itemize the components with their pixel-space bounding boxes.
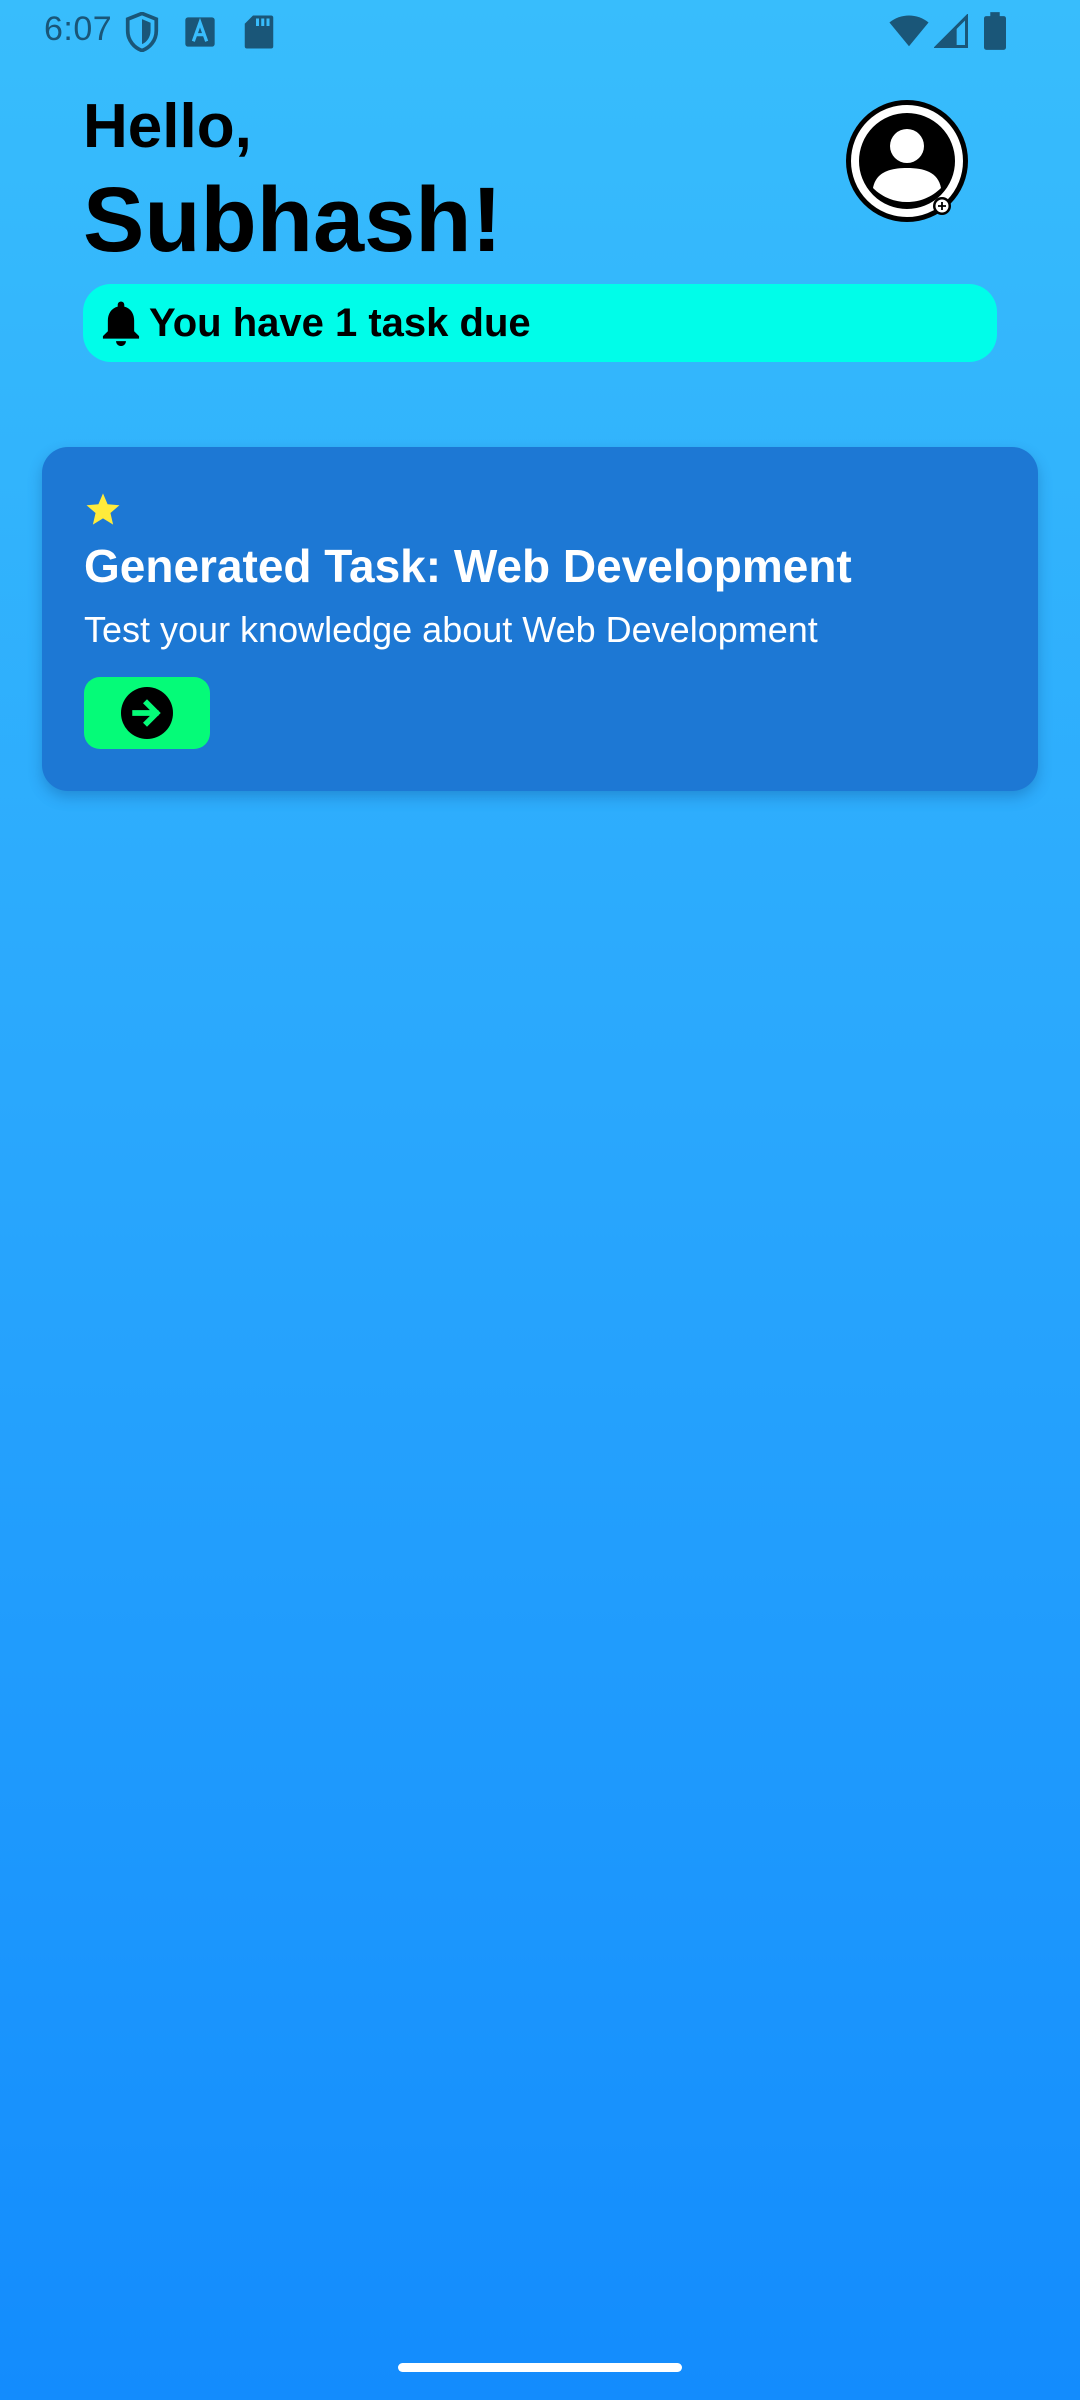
signal-icon xyxy=(934,14,968,48)
wifi-icon xyxy=(889,15,929,47)
greeting-text: Hello, xyxy=(83,92,252,161)
sd-card-icon xyxy=(244,15,274,49)
account-circle-icon xyxy=(851,105,963,217)
gesture-nav-bar[interactable] xyxy=(398,2363,682,2372)
user-name: Subhash! xyxy=(83,169,503,271)
status-bar: 6:07 xyxy=(0,0,1080,64)
task-card[interactable]: Generated Task: Web Development Test you… xyxy=(42,447,1038,791)
arrow-right-circle-icon xyxy=(121,687,173,739)
bell-icon xyxy=(102,301,140,346)
status-time: 6:07 xyxy=(44,10,113,48)
task-due-text: You have 1 task due xyxy=(149,300,531,345)
task-title: Generated Task: Web Development xyxy=(84,540,852,592)
avatar-button[interactable] xyxy=(846,100,968,222)
star-icon xyxy=(86,493,120,525)
shield-icon xyxy=(125,12,159,52)
task-subtitle: Test your knowledge about Web Developmen… xyxy=(84,609,818,650)
font-icon xyxy=(185,17,215,47)
start-task-button[interactable] xyxy=(84,677,210,749)
battery-icon xyxy=(984,12,1006,50)
task-due-banner: You have 1 task due xyxy=(83,284,997,362)
